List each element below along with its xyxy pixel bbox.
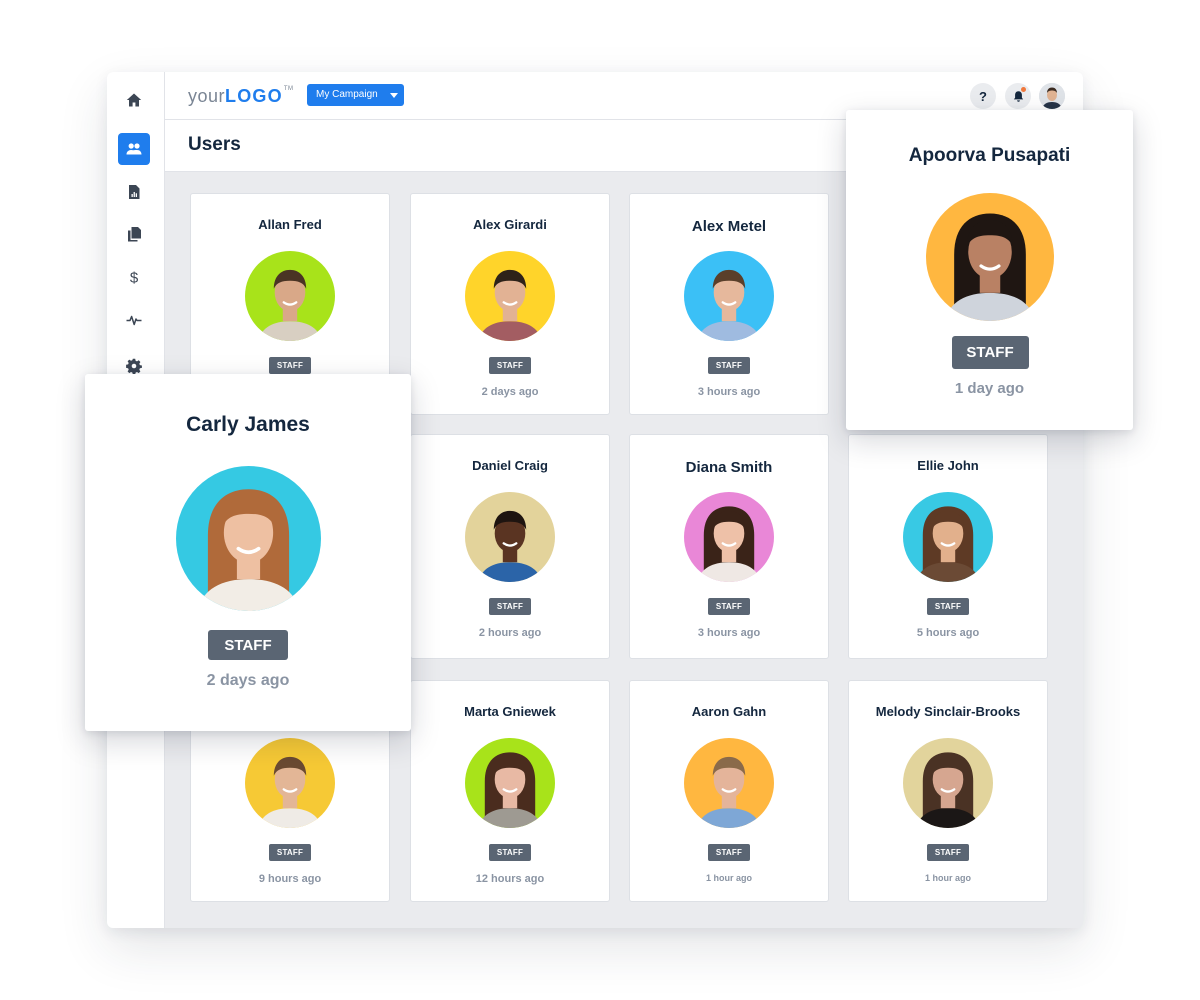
user-card[interactable]: Marta Gniewek STAFF 12 hours ago	[410, 680, 610, 902]
user-avatar	[925, 193, 1054, 321]
portrait-icon	[903, 492, 993, 582]
user-name: Ellie John	[917, 458, 979, 473]
user-card-popout[interactable]: Carly James STAFF 2 days ago	[85, 374, 411, 731]
role-badge: STAFF	[927, 844, 969, 861]
role-badge: STAFF	[489, 357, 531, 374]
sidebar-item-home[interactable]	[118, 84, 150, 116]
last-seen: 1 day ago	[954, 380, 1025, 397]
svg-text:$: $	[130, 270, 139, 286]
last-seen: 1 hour ago	[705, 873, 752, 883]
portrait-icon	[245, 251, 335, 341]
user-name: Alex Girardi	[473, 217, 547, 232]
sidebar-item-billing[interactable]: $	[118, 261, 150, 293]
portrait-icon	[465, 738, 555, 828]
user-avatar	[245, 251, 335, 341]
sidebar-item-reports[interactable]	[118, 176, 150, 208]
user-name: Allan Fred	[258, 217, 322, 232]
role-badge: STAFF	[269, 357, 311, 374]
user-card[interactable]: Daniel Craig STAFF 2 hours ago	[410, 434, 610, 659]
page-title: Users	[188, 134, 241, 155]
user-card-popout[interactable]: Apoorva Pusapati STAFF 1 day ago	[846, 110, 1133, 430]
last-seen: 3 hours ago	[697, 386, 761, 398]
user-avatar	[465, 738, 555, 828]
logo[interactable]: yourLOGOTM	[188, 86, 294, 107]
portrait-icon	[176, 466, 321, 611]
last-seen: 3 hours ago	[697, 627, 761, 639]
logo-brand: LOGO	[225, 86, 283, 106]
sidebar-item-documents[interactable]	[118, 218, 150, 250]
user-name: Alex Metel	[691, 218, 767, 235]
user-name: Apoorva Pusapati	[908, 145, 1071, 166]
help-icon: ?	[979, 88, 987, 104]
portrait-icon	[465, 251, 555, 341]
role-badge: STAFF	[708, 357, 750, 374]
user-name: Marta Gniewek	[464, 704, 556, 719]
user-avatar	[465, 492, 555, 582]
last-seen: 2 days ago	[481, 386, 539, 398]
role-badge: STAFF	[708, 844, 750, 861]
user-name: Daniel Craig	[472, 458, 548, 473]
logo-prefix: your	[188, 86, 226, 106]
portrait-icon	[925, 193, 1054, 321]
user-name: Diana Smith	[685, 459, 773, 476]
role-badge: STAFF	[927, 598, 969, 615]
pulse-icon	[126, 315, 142, 326]
user-card[interactable]: Alex Girardi STAFF 2 days ago	[410, 193, 610, 415]
dollar-icon: $	[130, 270, 139, 286]
role-badge: STAFF	[951, 336, 1029, 369]
user-card[interactable]: Melody Sinclair-Brooks STAFF 1 hour ago	[848, 680, 1048, 902]
users-icon	[126, 143, 142, 155]
last-seen: 2 days ago	[206, 672, 290, 689]
portrait-icon	[245, 738, 335, 828]
portrait-icon	[903, 738, 993, 828]
user-name: Carly James	[186, 413, 310, 436]
role-badge: STAFF	[489, 598, 531, 615]
sidebar-item-users[interactable]	[118, 133, 150, 165]
user-card[interactable]: Aaron Gahn STAFF 1 hour ago	[629, 680, 829, 902]
role-badge: STAFF	[208, 630, 288, 660]
copy-icon	[128, 227, 141, 242]
user-card[interactable]: Ellie John STAFF 5 hours ago	[848, 434, 1048, 659]
last-seen: 9 hours ago	[258, 873, 322, 885]
user-avatar	[684, 492, 774, 582]
last-seen: 12 hours ago	[475, 873, 545, 885]
last-seen: 5 hours ago	[916, 627, 980, 639]
portrait-icon	[684, 492, 774, 582]
last-seen: 1 hour ago	[924, 873, 971, 883]
report-icon	[129, 185, 140, 199]
user-menu-avatar[interactable]	[1039, 83, 1065, 109]
user-name: Melody Sinclair-Brooks	[875, 704, 1021, 719]
user-name: Aaron Gahn	[691, 704, 767, 719]
user-avatar	[903, 738, 993, 828]
user-card[interactable]: Diana Smith STAFF 3 hours ago	[629, 434, 829, 659]
user-avatar	[245, 738, 335, 828]
campaign-selector-label: My Campaign	[316, 89, 378, 100]
user-avatar	[176, 466, 321, 611]
sidebar-item-activity[interactable]	[118, 304, 150, 336]
campaign-selector[interactable]: My Campaign	[307, 84, 404, 106]
user-card[interactable]: Alex Metel STAFF 3 hours ago	[629, 193, 829, 415]
portrait-icon	[465, 492, 555, 582]
notification-dot	[1021, 87, 1026, 92]
portrait-icon	[684, 738, 774, 828]
gear-icon	[126, 358, 142, 374]
user-avatar	[684, 251, 774, 341]
last-seen: 2 hours ago	[478, 627, 542, 639]
role-badge: STAFF	[708, 598, 750, 615]
role-badge: STAFF	[489, 844, 531, 861]
logo-trademark: TM	[283, 86, 294, 92]
notifications-button[interactable]	[1005, 83, 1031, 109]
user-avatar-icon	[1039, 83, 1065, 109]
user-avatar	[684, 738, 774, 828]
home-icon	[126, 93, 142, 107]
user-avatar	[903, 492, 993, 582]
chevron-down-icon	[390, 93, 398, 98]
user-avatar	[465, 251, 555, 341]
help-button[interactable]: ?	[970, 83, 996, 109]
portrait-icon	[684, 251, 774, 341]
role-badge: STAFF	[269, 844, 311, 861]
